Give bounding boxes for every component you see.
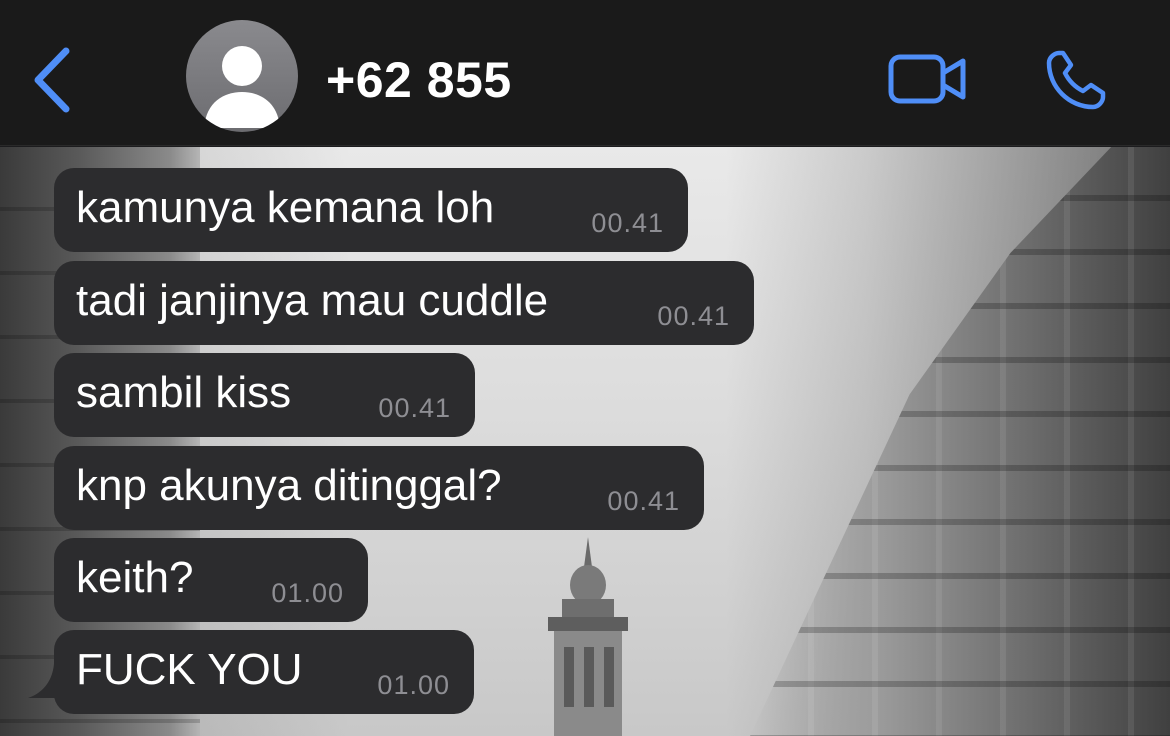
video-camera-icon — [888, 54, 966, 104]
person-silhouette-icon — [204, 46, 280, 128]
chat-header: +62 855 — [0, 0, 1170, 146]
message-bubble[interactable]: kamunya kemana loh 00.41 — [54, 168, 688, 252]
message-text: knp akunya ditinggal? — [76, 461, 502, 510]
message-bubble[interactable]: FUCK YOU 01.00 — [54, 630, 474, 714]
voice-call-button[interactable] — [1034, 40, 1118, 120]
message-bubble[interactable]: tadi janjinya mau cuddle 00.41 — [54, 261, 754, 345]
wallpaper-building-right — [750, 147, 1170, 736]
message-bubble[interactable]: knp akunya ditinggal? 00.41 — [54, 446, 704, 530]
message-timestamp: 00.41 — [657, 301, 730, 331]
avatar[interactable] — [186, 20, 298, 132]
message-timestamp: 01.00 — [271, 578, 344, 608]
message-timestamp: 00.41 — [591, 208, 664, 238]
message-text: kamunya kemana loh — [76, 183, 495, 232]
message-bubble[interactable]: sambil kiss 00.41 — [54, 353, 475, 437]
back-button[interactable] — [22, 40, 82, 120]
chevron-left-icon — [34, 47, 70, 113]
wallpaper-tower — [548, 537, 628, 736]
message-text: FUCK YOU — [76, 645, 303, 694]
message-text: tadi janjinya mau cuddle — [76, 276, 549, 325]
contact-name[interactable]: +62 855 — [326, 50, 512, 110]
message-timestamp: 00.41 — [378, 393, 451, 423]
message-text: keith? — [76, 553, 194, 602]
message-timestamp: 01.00 — [377, 670, 450, 700]
message-text: sambil kiss — [76, 368, 292, 417]
video-call-button[interactable] — [880, 44, 976, 114]
phone-icon — [1046, 50, 1106, 110]
message-bubble[interactable]: keith? 01.00 — [54, 538, 368, 622]
message-timestamp: 00.41 — [607, 486, 680, 516]
